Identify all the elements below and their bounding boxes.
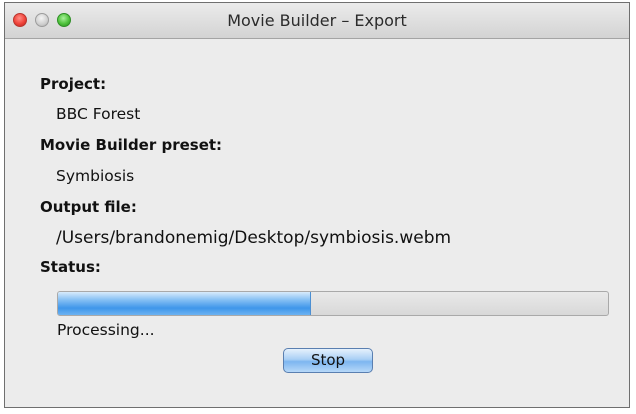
preset-label: Movie Builder preset: <box>40 136 223 154</box>
stop-button[interactable]: Stop <box>283 348 373 373</box>
output-file-path: /Users/brandonemig/Desktop/symbiosis.web… <box>56 228 452 248</box>
status-text: Processing... <box>57 321 155 339</box>
export-window: Movie Builder – Export Project: BBC Fore… <box>4 2 630 408</box>
status-label: Status: <box>40 258 101 276</box>
output-file-label: Output file: <box>40 198 137 216</box>
export-panel: Project: BBC Forest Movie Builder preset… <box>5 39 629 407</box>
preset-value: Symbiosis <box>56 167 135 185</box>
window-title: Movie Builder – Export <box>227 11 407 30</box>
title-bar[interactable]: Movie Builder – Export <box>5 3 629 39</box>
progress-fill <box>58 292 311 315</box>
project-label: Project: <box>40 75 107 93</box>
export-progress-bar <box>57 291 609 316</box>
project-value: BBC Forest <box>56 105 141 123</box>
